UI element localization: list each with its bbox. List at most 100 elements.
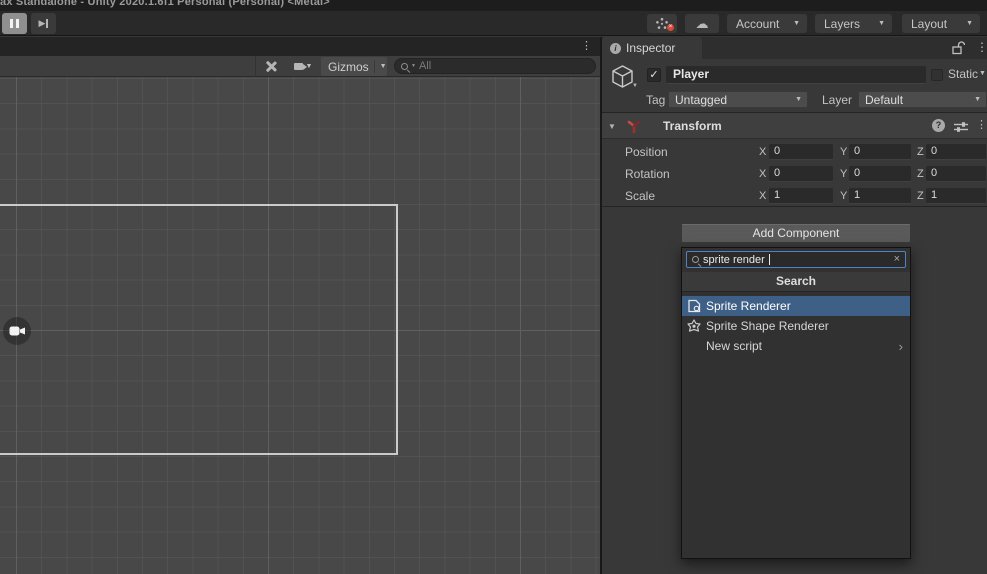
x-axis-label: X: [759, 146, 766, 158]
gameobject-name-field[interactable]: Player: [666, 66, 926, 84]
account-dropdown[interactable]: Account ▼: [727, 14, 807, 33]
transform-rotation-row: Rotation X 0 Y 0 Z 0: [602, 165, 987, 183]
layer-label: Layer: [822, 93, 852, 107]
y-axis-label: Y: [840, 168, 847, 180]
info-icon: i: [610, 43, 621, 54]
layout-label: Layout: [911, 17, 947, 31]
scene-search-input[interactable]: ▼ All: [394, 58, 596, 74]
search-icon: [692, 256, 699, 263]
component-item-label: Sprite Renderer: [706, 299, 791, 313]
x-axis-label: X: [759, 168, 766, 180]
component-item-label: New script: [706, 339, 762, 353]
rotation-x-field[interactable]: 0: [769, 166, 833, 182]
x-axis-label: X: [759, 190, 766, 202]
rotation-y-field[interactable]: 0: [849, 166, 911, 182]
step-icon: ▶: [39, 19, 46, 28]
chevron-down-icon: ▼: [793, 20, 800, 27]
static-checkbox[interactable]: [931, 69, 943, 81]
lock-icon[interactable]: [952, 41, 965, 60]
add-component-button[interactable]: Add Component: [681, 224, 911, 243]
scale-x-field[interactable]: 1: [769, 188, 833, 204]
layer-dropdown[interactable]: Default ▼: [858, 91, 987, 108]
scene-search-placeholder: All: [419, 60, 431, 72]
search-section-header: Search: [682, 272, 910, 292]
inspector-tab-bar: i Inspector ⋮: [602, 37, 987, 59]
inspector-menu-kebab-icon[interactable]: ⋮: [976, 40, 987, 54]
tab-inspector[interactable]: i Inspector: [602, 37, 702, 59]
transform-scale-row: Scale X 1 Y 1 Z 1: [602, 187, 987, 205]
tag-dropdown[interactable]: Untagged ▼: [668, 91, 808, 108]
text-caret: [769, 254, 770, 265]
layers-label: Layers: [824, 17, 860, 31]
position-y-field[interactable]: 0: [849, 144, 911, 160]
account-label: Account: [736, 17, 779, 31]
chevron-down-icon: ▼: [966, 20, 973, 27]
chevron-down-icon: ▼: [380, 63, 387, 70]
component-item-new-script[interactable]: New script ›: [682, 336, 910, 356]
gameobject-icon-caret[interactable]: ▼: [632, 83, 638, 89]
component-item-sprite-renderer[interactable]: Sprite Renderer: [682, 296, 910, 316]
transform-icon: [626, 118, 642, 139]
cloud-icon: ☁: [696, 17, 709, 30]
layers-dropdown[interactable]: Layers ▼: [815, 14, 892, 33]
z-axis-label: Z: [917, 190, 924, 202]
grid-major-line: [520, 77, 521, 574]
scene-menu-kebab-icon[interactable]: ⋮: [581, 39, 592, 52]
chevron-down-icon: ▼: [974, 96, 981, 103]
transform-component-header[interactable]: ▼ Transform ?: [602, 113, 987, 139]
scene-viewport[interactable]: [0, 77, 600, 574]
clear-search-icon[interactable]: ×: [894, 254, 900, 265]
chevron-down-icon: ▼: [306, 63, 313, 70]
rotation-label: Rotation: [625, 167, 670, 181]
component-menu-kebab-icon[interactable]: ⋮: [976, 118, 987, 131]
chevron-down-icon: ▼: [795, 96, 802, 103]
scale-label: Scale: [625, 189, 655, 203]
component-search-input[interactable]: sprite render ×: [686, 251, 906, 268]
camera-gizmo[interactable]: [3, 317, 31, 345]
transform-title: Transform: [663, 119, 722, 133]
presets-icon[interactable]: [954, 120, 968, 138]
cloud-button[interactable]: ☁: [685, 14, 719, 33]
position-label: Position: [625, 145, 668, 159]
sprite-renderer-icon: [687, 299, 701, 313]
pause-button[interactable]: [2, 13, 27, 34]
search-filter-caret-icon: ▼: [411, 63, 416, 69]
position-z-field[interactable]: 0: [926, 144, 986, 160]
camera-bounds-gizmo: [0, 204, 398, 455]
z-axis-label: Z: [917, 168, 924, 180]
scene-tools-button[interactable]: [258, 57, 284, 76]
collab-button[interactable]: ×: [647, 14, 677, 33]
add-component-popup: sprite render × Search Sprite Renderer S…: [681, 247, 911, 559]
y-axis-label: Y: [840, 146, 847, 158]
camera-icon: [294, 63, 303, 70]
step-button[interactable]: ▶: [31, 13, 56, 34]
scale-y-field[interactable]: 1: [849, 188, 911, 204]
y-axis-label: Y: [840, 190, 847, 202]
sprite-shape-renderer-icon: [687, 319, 701, 333]
position-x-field[interactable]: 0: [769, 144, 833, 160]
static-label: Static: [948, 67, 978, 81]
tools-icon: [265, 60, 278, 73]
scene-camera-button[interactable]: ▼: [288, 57, 318, 76]
scene-view-panel: ⋮ ▼ Gizmos ▼ ▼ All: [0, 37, 600, 574]
rotation-z-field[interactable]: 0: [926, 166, 986, 182]
pause-icon: [10, 19, 13, 28]
component-item-sprite-shape-renderer[interactable]: Sprite Shape Renderer: [682, 316, 910, 336]
scene-tab-strip: ⋮: [0, 37, 600, 56]
search-icon: [401, 63, 408, 70]
component-item-label: Sprite Shape Renderer: [706, 319, 829, 333]
camera-gizmo-icon: [9, 325, 26, 337]
layer-value: Default: [865, 93, 903, 107]
component-search-value: sprite render: [703, 254, 765, 266]
help-icon[interactable]: ?: [932, 119, 945, 132]
gizmos-dropdown[interactable]: Gizmos ▼: [321, 57, 387, 76]
unity-editor-window: ax Standalone - Unity 2020.1.6f1 Persona…: [0, 0, 987, 574]
gizmos-label: Gizmos: [328, 60, 369, 74]
foldout-caret-icon[interactable]: ▼: [608, 122, 616, 131]
scale-z-field[interactable]: 1: [926, 188, 986, 204]
gameobject-active-checkbox[interactable]: ✓: [647, 68, 661, 82]
gameobject-cube-icon[interactable]: [610, 64, 635, 94]
scene-toolbar: ▼ Gizmos ▼ ▼ All: [0, 56, 600, 77]
layout-dropdown[interactable]: Layout ▼: [902, 14, 980, 33]
static-dropdown-caret[interactable]: ▼: [979, 70, 986, 77]
